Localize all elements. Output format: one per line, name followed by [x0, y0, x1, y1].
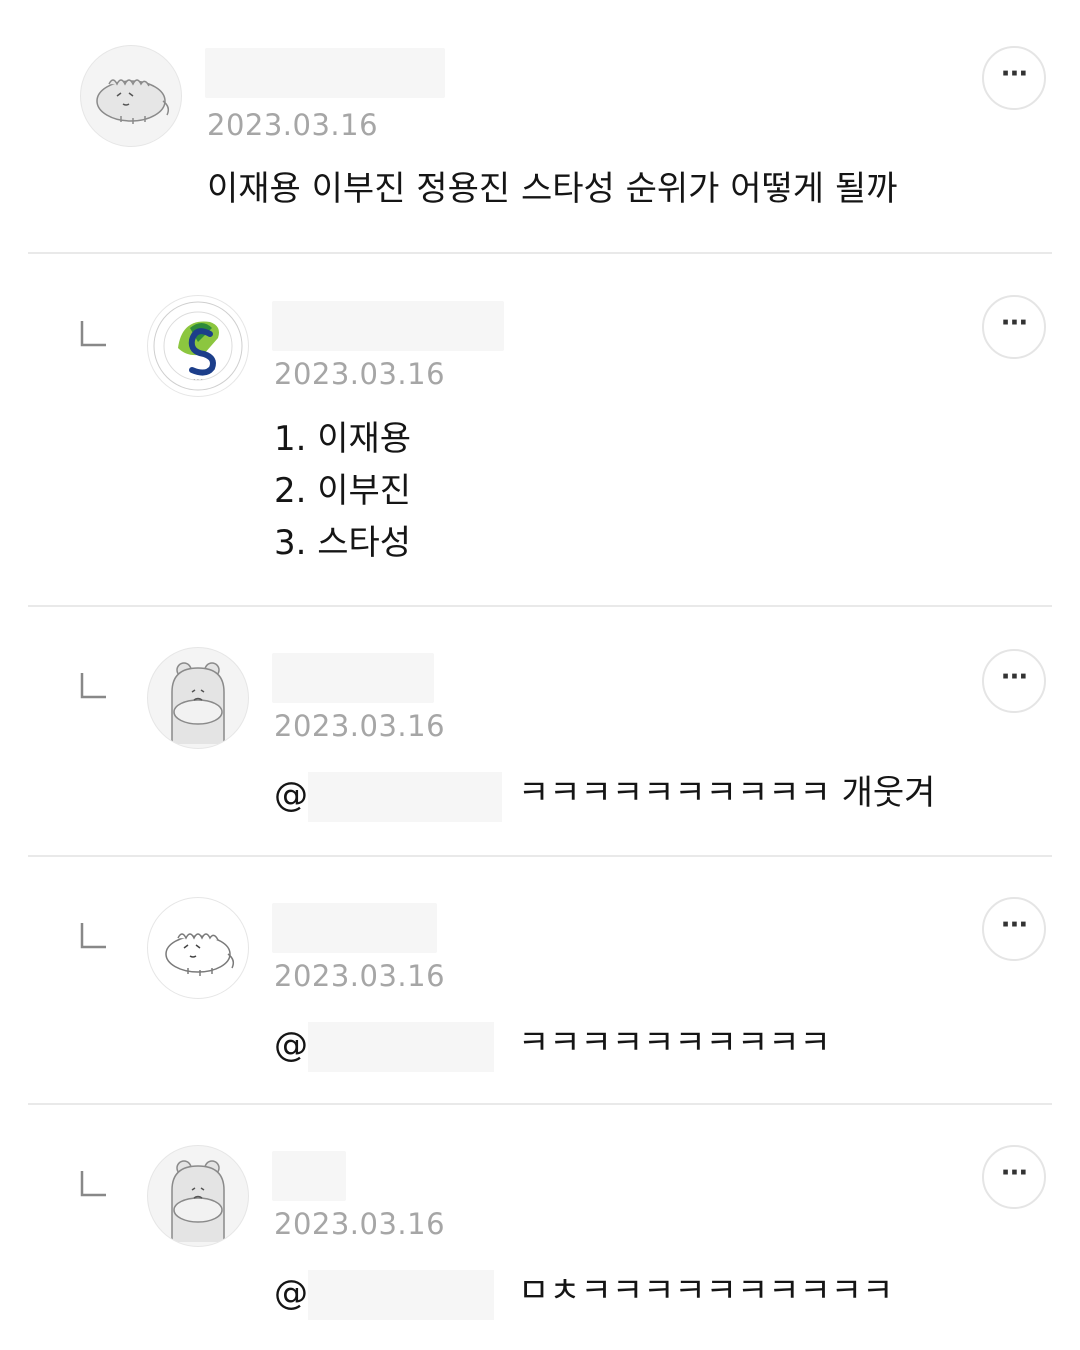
- comment-date: 2023.03.16: [274, 1207, 446, 1241]
- svg-text:· · ·: · · ·: [193, 377, 203, 384]
- user-avatar[interactable]: [147, 1145, 249, 1247]
- reply-item: · · · 2023.03.16 1. 이재용 2. 이부진 3. 스타성 ··…: [0, 255, 1080, 607]
- more-options-button[interactable]: ···: [982, 46, 1046, 110]
- username-redacted[interactable]: [205, 48, 445, 98]
- dinosaur-avatar-icon: [96, 79, 170, 124]
- mention-at[interactable]: @: [274, 1025, 308, 1065]
- comment-date: 2023.03.16: [207, 108, 379, 142]
- comment-text: ㅋㅋㅋㅋㅋㅋㅋㅋㅋㅋ 개웃겨: [518, 773, 936, 813]
- comment-date: 2023.03.16: [274, 357, 446, 391]
- mention-username-redacted[interactable]: [308, 1270, 494, 1320]
- username-redacted[interactable]: [272, 1151, 346, 1201]
- comment-date: 2023.03.16: [274, 959, 446, 993]
- more-options-button[interactable]: ···: [982, 897, 1046, 961]
- user-avatar[interactable]: [80, 45, 182, 147]
- mention-at[interactable]: @: [274, 775, 308, 815]
- divider: [28, 252, 1052, 254]
- reply-item: 2023.03.16 @ ㅋㅋㅋㅋㅋㅋㅋㅋㅋㅋ ···: [0, 857, 1080, 1107]
- hamster-avatar-icon: [171, 662, 225, 744]
- username-redacted[interactable]: [272, 653, 434, 703]
- more-icon: ···: [1000, 1158, 1029, 1188]
- more-icon: ···: [1000, 910, 1029, 940]
- more-icon: ···: [1000, 59, 1029, 89]
- comment-line: 3. 스타성: [274, 523, 412, 563]
- university-logo-icon: · · ·: [153, 301, 243, 391]
- mention-at[interactable]: @: [274, 1273, 308, 1313]
- username-redacted[interactable]: [272, 301, 504, 351]
- user-avatar[interactable]: [147, 897, 249, 999]
- comment-line: 2. 이부진: [274, 471, 412, 511]
- dinosaur-avatar-icon: [165, 933, 235, 976]
- more-icon: ···: [1000, 662, 1029, 692]
- reply-item: 2023.03.16 @ ㅁㅊㅋㅋㅋㅋㅋㅋㅋㅋㅋㅋ ···: [0, 1105, 1080, 1350]
- reply-item: 2023.03.16 @ ㅋㅋㅋㅋㅋㅋㅋㅋㅋㅋ 개웃겨 ···: [0, 607, 1080, 857]
- hamster-avatar-icon: [171, 1160, 225, 1242]
- more-options-button[interactable]: ···: [982, 295, 1046, 359]
- comment-text: ㅋㅋㅋㅋㅋㅋㅋㅋㅋㅋ: [518, 1023, 831, 1063]
- user-avatar[interactable]: · · ·: [147, 295, 249, 397]
- reply-arrow-icon: [80, 321, 106, 347]
- more-icon: ···: [1000, 308, 1029, 338]
- comment-item: 2023.03.16 이재용 이부진 정용진 스타성 순위가 어떻게 될까 ··…: [0, 0, 1080, 255]
- reply-arrow-icon: [80, 923, 106, 949]
- comment-date: 2023.03.16: [274, 709, 446, 743]
- comment-text: ㅁㅊㅋㅋㅋㅋㅋㅋㅋㅋㅋㅋ: [518, 1271, 894, 1311]
- more-options-button[interactable]: ···: [982, 649, 1046, 713]
- username-redacted[interactable]: [272, 903, 437, 953]
- comment-line: 1. 이재용: [274, 419, 412, 459]
- more-options-button[interactable]: ···: [982, 1145, 1046, 1209]
- reply-arrow-icon: [80, 673, 106, 699]
- comment-text: 이재용 이부진 정용진 스타성 순위가 어떻게 될까: [207, 169, 898, 209]
- mention-username-redacted[interactable]: [308, 772, 502, 822]
- user-avatar[interactable]: [147, 647, 249, 749]
- mention-username-redacted[interactable]: [308, 1022, 494, 1072]
- reply-arrow-icon: [80, 1171, 106, 1197]
